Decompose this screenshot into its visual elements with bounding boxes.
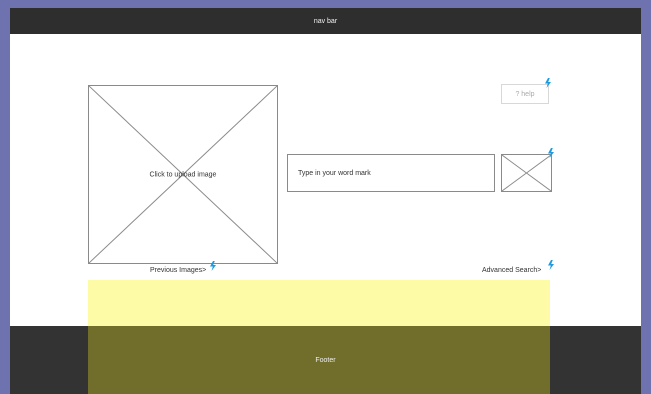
help-button-label: ? help bbox=[515, 90, 535, 98]
lightning-bolt-icon[interactable] bbox=[209, 261, 217, 271]
footer-label-wrap: Footer bbox=[10, 326, 641, 394]
small-image-placeholder[interactable] bbox=[501, 154, 552, 192]
word-mark-placeholder: Type in your word mark bbox=[298, 169, 371, 177]
advanced-search-link[interactable]: Advanced Search> bbox=[482, 267, 541, 274]
footer-label: Footer bbox=[315, 356, 336, 364]
lightning-bolt-icon[interactable] bbox=[547, 260, 555, 270]
lightning-bolt-icon[interactable] bbox=[547, 148, 555, 158]
upload-image-area[interactable]: Click to upload image bbox=[88, 85, 278, 264]
image-placeholder-icon bbox=[502, 155, 551, 191]
wireframe-page: nav bar Click to upload image Type in yo… bbox=[10, 8, 641, 394]
nav-bar: nav bar bbox=[10, 8, 641, 34]
nav-bar-label: nav bar bbox=[313, 17, 338, 25]
upload-image-label: Click to upload image bbox=[149, 171, 217, 178]
word-mark-input[interactable]: Type in your word mark bbox=[287, 154, 495, 192]
help-button[interactable]: ? help bbox=[501, 84, 549, 104]
previous-images-link[interactable]: Previous Images> bbox=[150, 267, 206, 274]
lightning-bolt-icon[interactable] bbox=[544, 78, 552, 88]
